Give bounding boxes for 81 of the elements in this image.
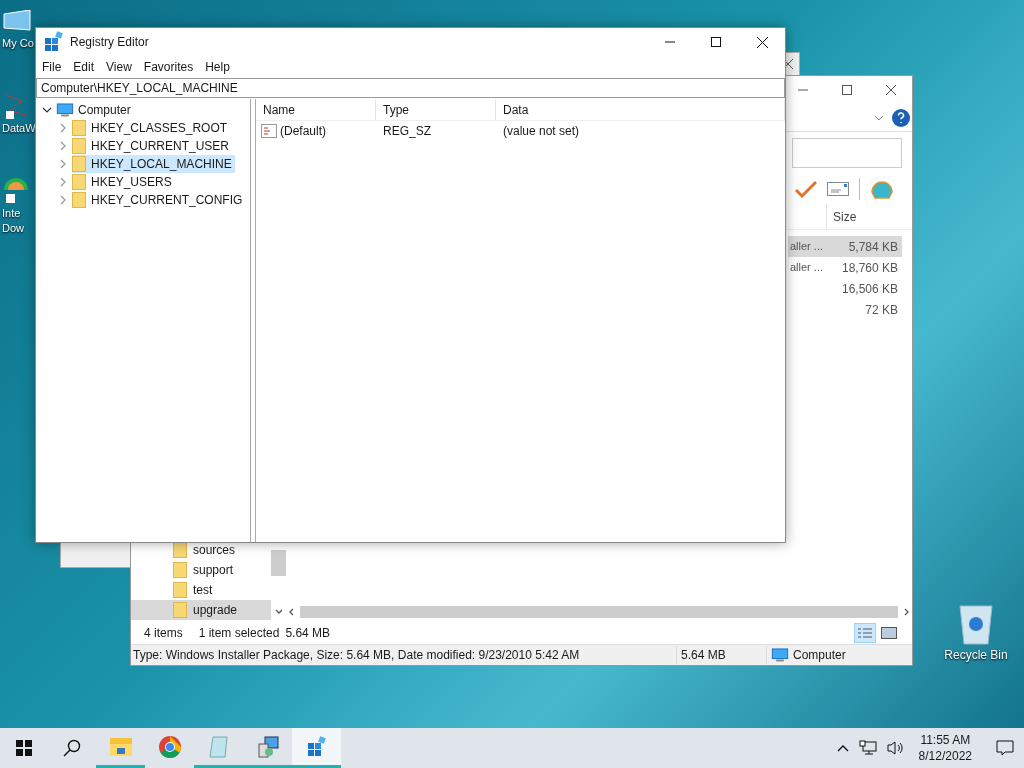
chevron-up-icon[interactable] bbox=[836, 744, 849, 752]
location-text: Computer bbox=[793, 647, 846, 664]
maximize-icon[interactable] bbox=[711, 37, 721, 47]
folder-item[interactable]: upgrade bbox=[131, 600, 271, 620]
envelope-icon[interactable] bbox=[827, 182, 849, 196]
folder-icon bbox=[173, 562, 187, 578]
scroll-down-icon[interactable] bbox=[274, 609, 283, 615]
folder-item[interactable]: support bbox=[131, 560, 271, 580]
value-type: REG_SZ bbox=[382, 123, 432, 140]
folder-icon bbox=[72, 138, 86, 154]
close-icon[interactable] bbox=[757, 36, 768, 48]
status-text: 4 items bbox=[144, 625, 183, 642]
desktop-icon-label[interactable]: DataW bbox=[2, 121, 36, 136]
file-row[interactable]: aller ... 5,784 KB bbox=[788, 236, 902, 257]
desktop-icon-label[interactable]: Recycle Bin bbox=[944, 646, 1008, 664]
checkmark-icon[interactable] bbox=[795, 180, 817, 198]
search-field[interactable] bbox=[792, 138, 902, 168]
column-header[interactable]: Size bbox=[833, 207, 857, 226]
details-text: Type: Windows Installer Package, Size: 5.64 MB, Date modified: 9/23/2010 5:42 AM bbox=[132, 647, 581, 664]
folder-icon bbox=[173, 582, 187, 598]
folder-icon bbox=[72, 192, 86, 208]
status-text: 1 item selected bbox=[198, 625, 280, 642]
computer-icon bbox=[56, 102, 74, 118]
tree-item[interactable]: HKEY_CLASSES_ROOT bbox=[72, 119, 231, 137]
column-header[interactable]: Data bbox=[496, 99, 785, 120]
maximize-icon[interactable] bbox=[842, 85, 852, 95]
network-icon[interactable] bbox=[858, 740, 877, 756]
string-value-icon bbox=[261, 124, 277, 138]
file-row[interactable]: 72 KB bbox=[788, 299, 902, 320]
value-data: (value not set) bbox=[502, 123, 580, 140]
search-icon[interactable] bbox=[63, 739, 81, 757]
computer-icon bbox=[771, 647, 789, 663]
details-size: 5.64 MB bbox=[676, 646, 766, 664]
desktop-icon-label[interactable]: Inte bbox=[2, 206, 21, 221]
tree-item[interactable]: HKEY_LOCAL_MACHINE bbox=[72, 155, 235, 173]
installer-icon bbox=[255, 734, 280, 759]
taskbar-app-button[interactable] bbox=[292, 728, 341, 768]
image-icon bbox=[881, 627, 897, 639]
close-icon[interactable] bbox=[886, 85, 896, 95]
folder-icon bbox=[72, 174, 86, 190]
notification-icon[interactable] bbox=[996, 739, 1014, 757]
recycle-bin-icon[interactable] bbox=[956, 602, 996, 646]
column-header[interactable]: Name bbox=[256, 99, 376, 120]
tree-item[interactable]: HKEY_CURRENT_USER bbox=[72, 137, 233, 155]
folder-item[interactable]: test bbox=[131, 580, 271, 600]
help-icon[interactable] bbox=[892, 108, 910, 127]
file-row[interactable]: 16,506 KB bbox=[788, 278, 902, 299]
value-name[interactable]: (Default) bbox=[280, 122, 326, 140]
file-row[interactable]: aller ... 18,760 KB bbox=[788, 257, 902, 278]
folder-item[interactable]: sources bbox=[131, 540, 271, 560]
shell-icon[interactable] bbox=[870, 178, 894, 200]
clock[interactable]: 11:55 AM 8/12/2022 bbox=[914, 732, 976, 764]
scrollbar-thumb[interactable] bbox=[300, 606, 898, 618]
menu-item[interactable]: Edit bbox=[68, 58, 100, 76]
tree-item[interactable]: HKEY_CURRENT_CONFIG bbox=[72, 191, 246, 209]
menu-item[interactable]: View bbox=[101, 58, 137, 76]
list-icon bbox=[857, 627, 873, 639]
tree-item[interactable]: Computer bbox=[36, 101, 250, 119]
menu-item[interactable]: File bbox=[37, 58, 67, 76]
status-text: 5.64 MB bbox=[285, 625, 331, 642]
scroll-left-icon[interactable] bbox=[288, 608, 294, 616]
scrollbar-thumb[interactable] bbox=[271, 550, 286, 576]
folder-icon bbox=[72, 120, 86, 136]
notepad-icon bbox=[206, 734, 231, 759]
folder-icon bbox=[173, 602, 187, 618]
speaker-icon[interactable] bbox=[886, 740, 905, 756]
column-header[interactable]: Type bbox=[376, 99, 496, 120]
browser-icon bbox=[157, 734, 182, 759]
menu-item[interactable]: Help bbox=[200, 58, 235, 76]
scroll-right-icon[interactable] bbox=[904, 608, 910, 616]
start-icon[interactable] bbox=[16, 740, 32, 756]
folder-icon bbox=[72, 156, 86, 172]
desktop-icon-label[interactable]: Dow bbox=[2, 221, 24, 236]
address-field[interactable]: Computer\HKEY_LOCAL_MACHINE bbox=[36, 78, 785, 98]
menu-item[interactable]: Favorites bbox=[138, 58, 199, 76]
tree-item[interactable]: HKEY_USERS bbox=[72, 173, 175, 191]
folder-icon bbox=[108, 735, 133, 758]
window-title: Registry Editor bbox=[70, 34, 149, 51]
chevron-down-icon[interactable] bbox=[42, 105, 52, 115]
desktop-icon-label[interactable]: My Co bbox=[2, 36, 34, 51]
registry-icon bbox=[42, 30, 66, 54]
